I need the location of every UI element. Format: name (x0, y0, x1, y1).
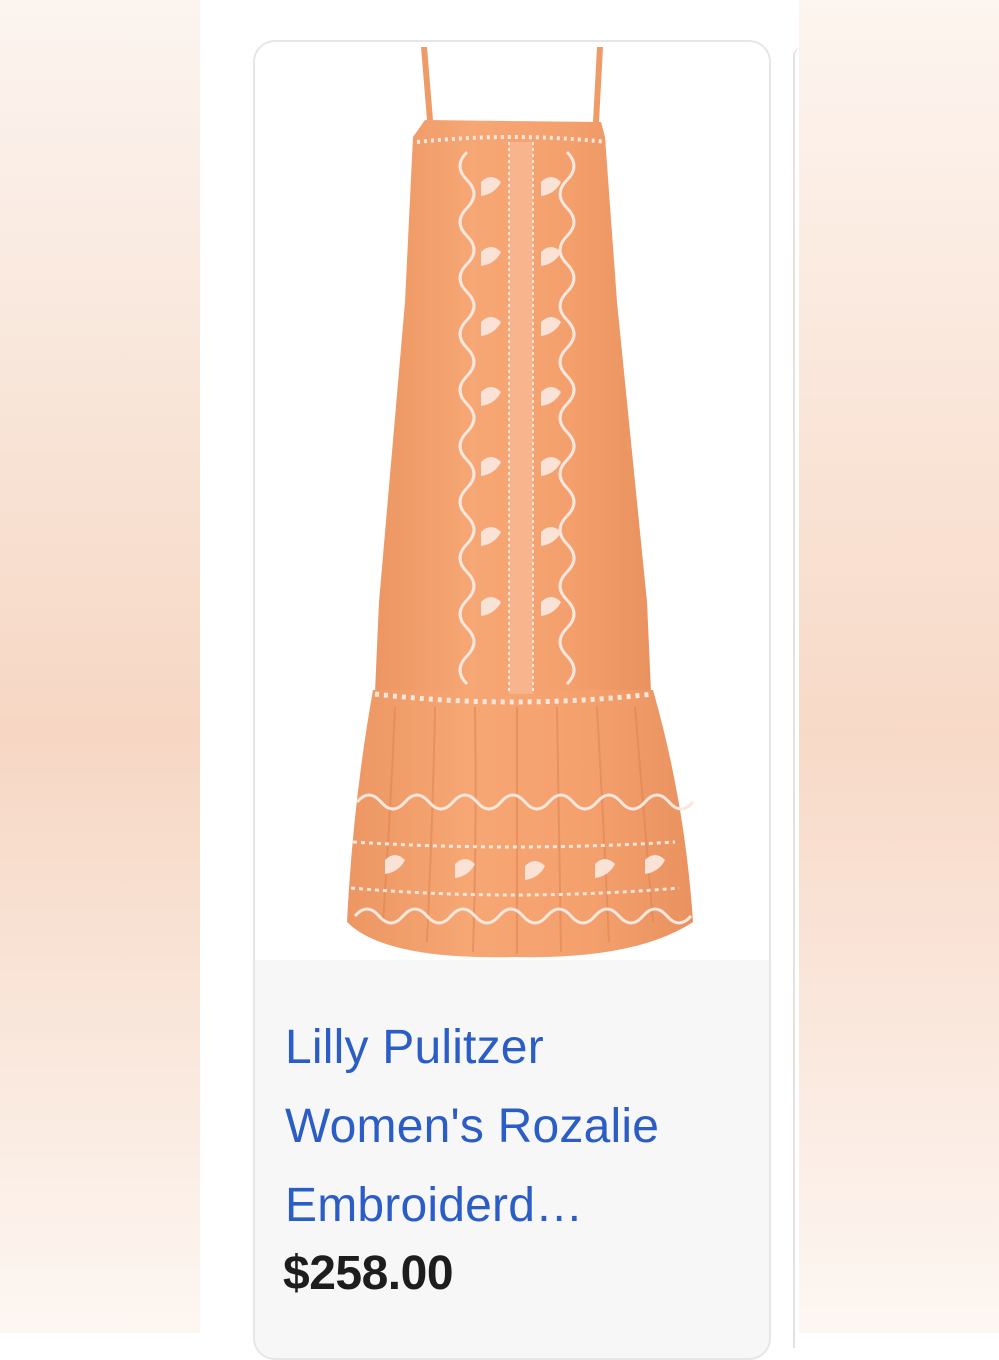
product-price: $258.00 (283, 1247, 454, 1300)
dress-image-icon (347, 47, 695, 958)
title-line-1: Lilly Pulitzer (285, 1021, 544, 1074)
product-title-link[interactable]: Lilly Pulitzer Women's Rozalie Embroider… (285, 1008, 735, 1245)
title-line-2: Women's Rozalie (285, 1100, 660, 1153)
blurred-background-right (799, 0, 999, 1333)
product-image[interactable] (255, 42, 769, 960)
next-product-card-edge[interactable] (793, 48, 801, 1348)
product-info: Lilly Pulitzer Women's Rozalie Embroider… (255, 960, 769, 1358)
title-line-3: Embroiderd… (285, 1179, 584, 1232)
product-card[interactable]: Lilly Pulitzer Women's Rozalie Embroider… (253, 40, 771, 1360)
blurred-background-left (0, 0, 200, 1333)
